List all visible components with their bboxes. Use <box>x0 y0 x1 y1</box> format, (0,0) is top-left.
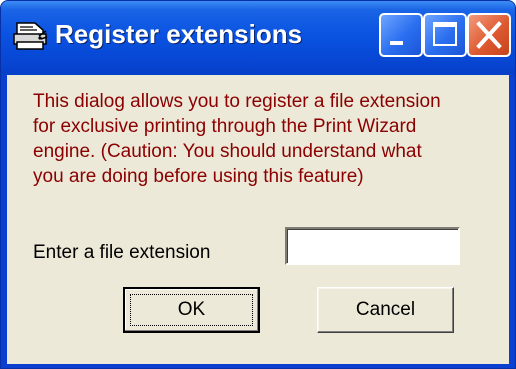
minimize-icon <box>390 41 403 45</box>
title-bar[interactable]: Register extensions <box>1 1 515 75</box>
maximize-icon <box>433 22 457 46</box>
extension-label: Enter a file extension <box>33 242 211 263</box>
close-button[interactable] <box>467 13 511 57</box>
cancel-button-label: Cancel <box>355 299 416 320</box>
close-icon <box>476 21 502 49</box>
ok-button[interactable]: OK <box>123 287 260 333</box>
cancel-button[interactable]: Cancel <box>317 287 454 333</box>
window-title: Register extensions <box>55 19 303 49</box>
extension-input[interactable] <box>285 227 460 265</box>
register-extensions-dialog: Register extensions This dialog allows y… <box>0 0 516 369</box>
dialog-body: This dialog allows you to register a fil… <box>7 75 509 364</box>
maximize-button[interactable] <box>423 13 467 57</box>
ok-button-label: OK <box>177 299 206 320</box>
minimize-button[interactable] <box>379 13 423 57</box>
info-message: This dialog allows you to register a fil… <box>33 91 441 187</box>
printer-wizard-icon <box>13 21 49 51</box>
